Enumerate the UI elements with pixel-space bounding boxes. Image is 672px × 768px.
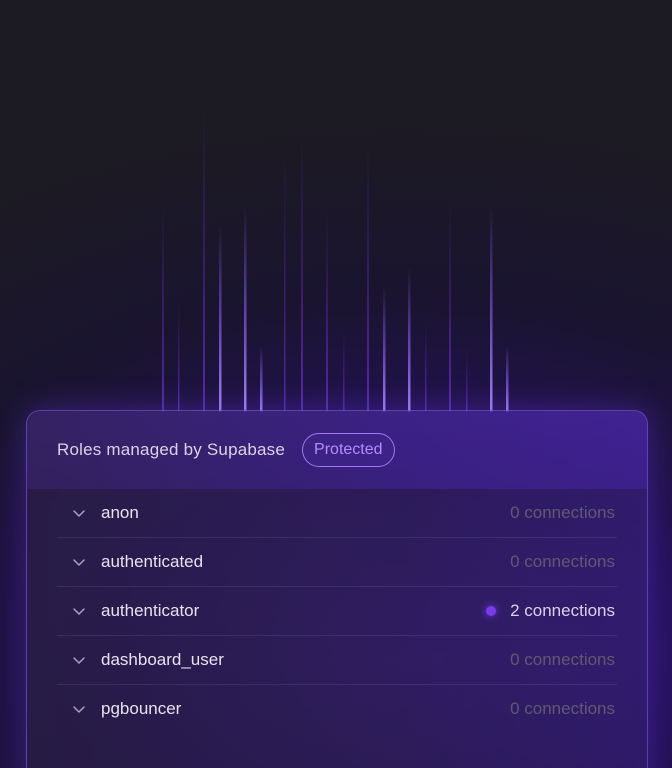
- role-row-anon[interactable]: anon 0 connections: [57, 489, 617, 538]
- connection-count: 0 connections: [510, 699, 617, 719]
- light-beam: [343, 330, 345, 412]
- connection-count: 2 connections: [486, 601, 617, 621]
- role-row-authenticator[interactable]: authenticator 2 connections: [57, 587, 617, 636]
- chevron-down-icon[interactable]: [57, 489, 101, 537]
- role-name: dashboard_user: [101, 650, 224, 669]
- light-beam: [383, 286, 386, 412]
- status-dot-icon: [486, 606, 497, 616]
- role-row-pgbouncer[interactable]: pgbouncer 0 connections: [57, 685, 617, 733]
- light-beam: [244, 205, 247, 412]
- decorative-light-beams: [162, 100, 509, 412]
- protected-badge: Protected: [302, 433, 395, 467]
- light-beam: [260, 346, 263, 412]
- roles-list: anon 0 connections authenticated 0 conne…: [27, 489, 647, 768]
- chevron-down-icon[interactable]: [57, 587, 101, 635]
- light-beam: [219, 224, 222, 412]
- light-beam: [301, 130, 303, 412]
- light-beam: [408, 268, 411, 412]
- light-beam: [490, 205, 493, 412]
- connection-count: 0 connections: [510, 552, 617, 572]
- connection-count: 0 connections: [510, 503, 617, 523]
- light-beam: [466, 350, 468, 412]
- light-beam: [178, 300, 180, 412]
- roles-panel: Roles managed by Supabase Protected anon…: [26, 410, 648, 768]
- connection-count: 0 connections: [510, 650, 617, 670]
- roles-panel-header: Roles managed by Supabase Protected: [27, 411, 647, 489]
- light-beam: [284, 150, 286, 412]
- light-beam: [162, 200, 164, 412]
- light-beam-group: [162, 100, 509, 412]
- role-name: anon: [101, 503, 139, 522]
- role-name: pgbouncer: [101, 699, 182, 718]
- chevron-down-icon[interactable]: [57, 538, 101, 586]
- connection-count-label: 0 connections: [510, 552, 615, 571]
- light-beam: [203, 100, 205, 412]
- connection-count-label: 2 connections: [510, 601, 615, 620]
- role-name: authenticated: [101, 552, 204, 571]
- role-row-dashboard-user[interactable]: dashboard_user 0 connections: [57, 636, 617, 685]
- light-beam: [425, 320, 427, 412]
- connection-count-label: 0 connections: [510, 650, 615, 669]
- light-beam: [367, 140, 369, 412]
- light-beam: [326, 210, 328, 412]
- connection-count-label: 0 connections: [510, 503, 615, 522]
- light-beam: [506, 346, 509, 412]
- light-beam: [449, 200, 451, 412]
- role-name: authenticator: [101, 601, 200, 620]
- chevron-down-icon[interactable]: [57, 685, 101, 733]
- panel-title: Roles managed by Supabase: [57, 440, 286, 459]
- chevron-down-icon[interactable]: [57, 636, 101, 684]
- connection-count-label: 0 connections: [510, 699, 615, 718]
- role-row-authenticated[interactable]: authenticated 0 connections: [57, 538, 617, 587]
